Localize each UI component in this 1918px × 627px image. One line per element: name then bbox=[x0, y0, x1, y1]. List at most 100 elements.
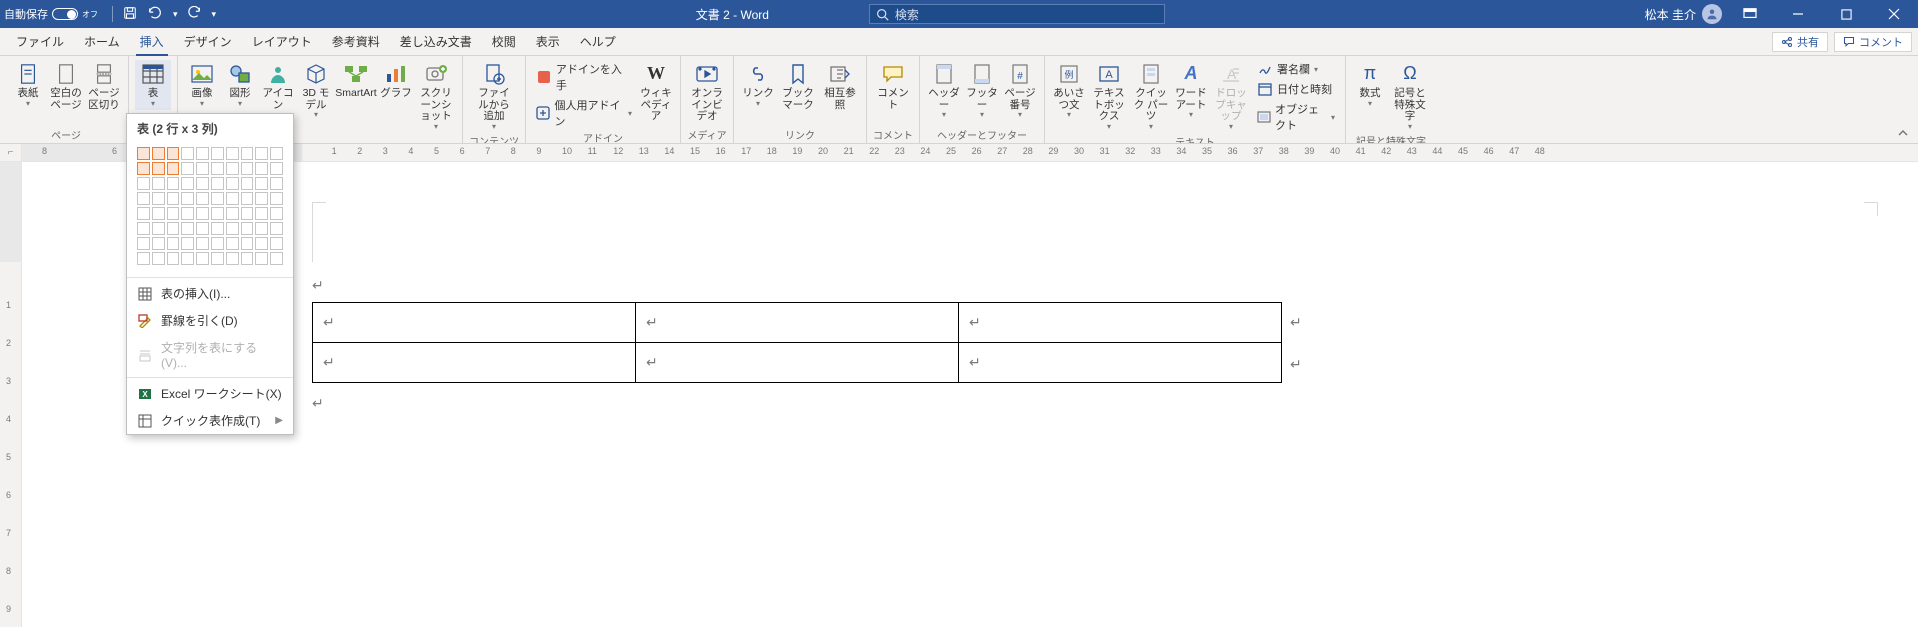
grid-cell[interactable] bbox=[137, 237, 150, 250]
grid-cell[interactable] bbox=[181, 177, 194, 190]
textbox-button[interactable]: Aテキストボックス▾ bbox=[1089, 60, 1129, 133]
tab-home[interactable]: ホーム bbox=[74, 28, 130, 55]
grid-cell[interactable] bbox=[196, 162, 209, 175]
table-cell[interactable]: ↵ bbox=[313, 303, 636, 343]
autosave-switch[interactable] bbox=[52, 8, 78, 20]
grid-cell[interactable] bbox=[211, 147, 224, 160]
grid-cell[interactable] bbox=[241, 162, 254, 175]
table-cell[interactable]: ↵ bbox=[959, 343, 1282, 383]
excel-sheet-item[interactable]: XExcel ワークシート(X) bbox=[127, 380, 293, 407]
grid-cell[interactable] bbox=[226, 177, 239, 190]
get-addins-button[interactable]: アドインを入手 bbox=[532, 60, 636, 94]
table-row[interactable]: ↵ ↵ ↵ bbox=[313, 303, 1282, 343]
page-break-button[interactable]: ページ区切り bbox=[86, 60, 122, 113]
table-cell[interactable]: ↵ bbox=[959, 303, 1282, 343]
grid-cell[interactable] bbox=[181, 207, 194, 220]
grid-cell[interactable] bbox=[152, 237, 165, 250]
grid-cell[interactable] bbox=[241, 252, 254, 265]
smartart-button[interactable]: SmartArt bbox=[336, 60, 376, 102]
grid-cell[interactable] bbox=[137, 222, 150, 235]
header-button[interactable]: ヘッダー▾ bbox=[926, 60, 962, 122]
grid-cell[interactable] bbox=[255, 222, 268, 235]
dropcap-button[interactable]: Aドロップキャップ▾ bbox=[1211, 60, 1251, 133]
grid-cell[interactable] bbox=[211, 162, 224, 175]
grid-cell[interactable] bbox=[167, 252, 180, 265]
grid-cell[interactable] bbox=[255, 162, 268, 175]
grid-cell[interactable] bbox=[167, 162, 180, 175]
grid-cell[interactable] bbox=[167, 222, 180, 235]
footer-button[interactable]: フッター▾ bbox=[964, 60, 1000, 122]
grid-cell[interactable] bbox=[137, 252, 150, 265]
ribbon-display-options[interactable] bbox=[1730, 0, 1770, 28]
grid-cell[interactable] bbox=[181, 147, 194, 160]
screenshot-button[interactable]: スクリーンショット▾ bbox=[416, 60, 456, 133]
tab-insert[interactable]: 挿入 bbox=[130, 28, 174, 55]
grid-cell[interactable] bbox=[152, 162, 165, 175]
link-button[interactable]: リンク▾ bbox=[740, 60, 776, 110]
grid-cell[interactable] bbox=[241, 207, 254, 220]
grid-cell[interactable] bbox=[167, 147, 180, 160]
shapes-button[interactable]: 図形▾ bbox=[222, 60, 258, 110]
grid-cell[interactable] bbox=[241, 192, 254, 205]
grid-cell[interactable] bbox=[255, 252, 268, 265]
online-video-button[interactable]: オンラインビデオ bbox=[687, 60, 727, 125]
save-icon[interactable] bbox=[123, 6, 137, 23]
grid-cell[interactable] bbox=[152, 192, 165, 205]
tab-view[interactable]: 表示 bbox=[526, 28, 570, 55]
quick-tables-item[interactable]: クイック表作成(T)▶ bbox=[127, 407, 293, 434]
grid-cell[interactable] bbox=[241, 222, 254, 235]
grid-cell[interactable] bbox=[270, 252, 283, 265]
grid-cell[interactable] bbox=[241, 237, 254, 250]
equation-button[interactable]: π数式▾ bbox=[1352, 60, 1388, 110]
grid-cell[interactable] bbox=[211, 222, 224, 235]
crossref-button[interactable]: 相互参照 bbox=[820, 60, 860, 113]
grid-cell[interactable] bbox=[181, 237, 194, 250]
undo-icon[interactable] bbox=[147, 6, 163, 23]
chart-button[interactable]: グラフ bbox=[378, 60, 414, 102]
grid-cell[interactable] bbox=[211, 207, 224, 220]
grid-cell[interactable] bbox=[137, 177, 150, 190]
grid-cell[interactable] bbox=[152, 252, 165, 265]
tab-design[interactable]: デザイン bbox=[174, 28, 242, 55]
grid-cell[interactable] bbox=[226, 237, 239, 250]
grid-cell[interactable] bbox=[196, 207, 209, 220]
search-input[interactable]: 検索 bbox=[869, 4, 1165, 24]
minimize-button[interactable] bbox=[1778, 0, 1818, 28]
grid-cell[interactable] bbox=[211, 192, 224, 205]
close-button[interactable] bbox=[1874, 0, 1914, 28]
grid-cell[interactable] bbox=[255, 207, 268, 220]
grid-cell[interactable] bbox=[181, 222, 194, 235]
my-addins-button[interactable]: 個人用アドイン ▾ bbox=[532, 96, 636, 130]
grid-cell[interactable] bbox=[181, 162, 194, 175]
grid-cell[interactable] bbox=[137, 207, 150, 220]
table-button[interactable]: 表▾ bbox=[135, 60, 171, 110]
table-row[interactable]: ↵ ↵ ↵ bbox=[313, 343, 1282, 383]
grid-cell[interactable] bbox=[196, 237, 209, 250]
grid-cell[interactable] bbox=[152, 222, 165, 235]
grid-cell[interactable] bbox=[167, 207, 180, 220]
grid-cell[interactable] bbox=[167, 237, 180, 250]
grid-cell[interactable] bbox=[241, 177, 254, 190]
cover-page-button[interactable]: 表紙▾ bbox=[10, 60, 46, 110]
picture-button[interactable]: 画像▾ bbox=[184, 60, 220, 110]
undo-dropdown-icon[interactable]: ▾ bbox=[173, 9, 178, 20]
grid-cell[interactable] bbox=[181, 192, 194, 205]
table-cell[interactable]: ↵ bbox=[636, 343, 959, 383]
tab-mailings[interactable]: 差し込み文書 bbox=[390, 28, 482, 55]
grid-cell[interactable] bbox=[211, 252, 224, 265]
grid-cell[interactable] bbox=[196, 222, 209, 235]
table-size-grid[interactable] bbox=[127, 143, 293, 275]
datetime-button[interactable]: 日付と時刻 bbox=[1253, 80, 1339, 98]
maximize-button[interactable] bbox=[1826, 0, 1866, 28]
grid-cell[interactable] bbox=[152, 177, 165, 190]
grid-cell[interactable] bbox=[226, 207, 239, 220]
table-cell[interactable]: ↵ bbox=[636, 303, 959, 343]
grid-cell[interactable] bbox=[137, 147, 150, 160]
grid-cell[interactable] bbox=[196, 192, 209, 205]
grid-cell[interactable] bbox=[270, 192, 283, 205]
grid-cell[interactable] bbox=[270, 177, 283, 190]
object-button[interactable]: オブジェクト ▾ bbox=[1253, 100, 1339, 134]
symbol-button[interactable]: Ω記号と特殊文字▾ bbox=[1390, 60, 1430, 133]
tab-help[interactable]: ヘルプ bbox=[570, 28, 626, 55]
grid-cell[interactable] bbox=[226, 192, 239, 205]
